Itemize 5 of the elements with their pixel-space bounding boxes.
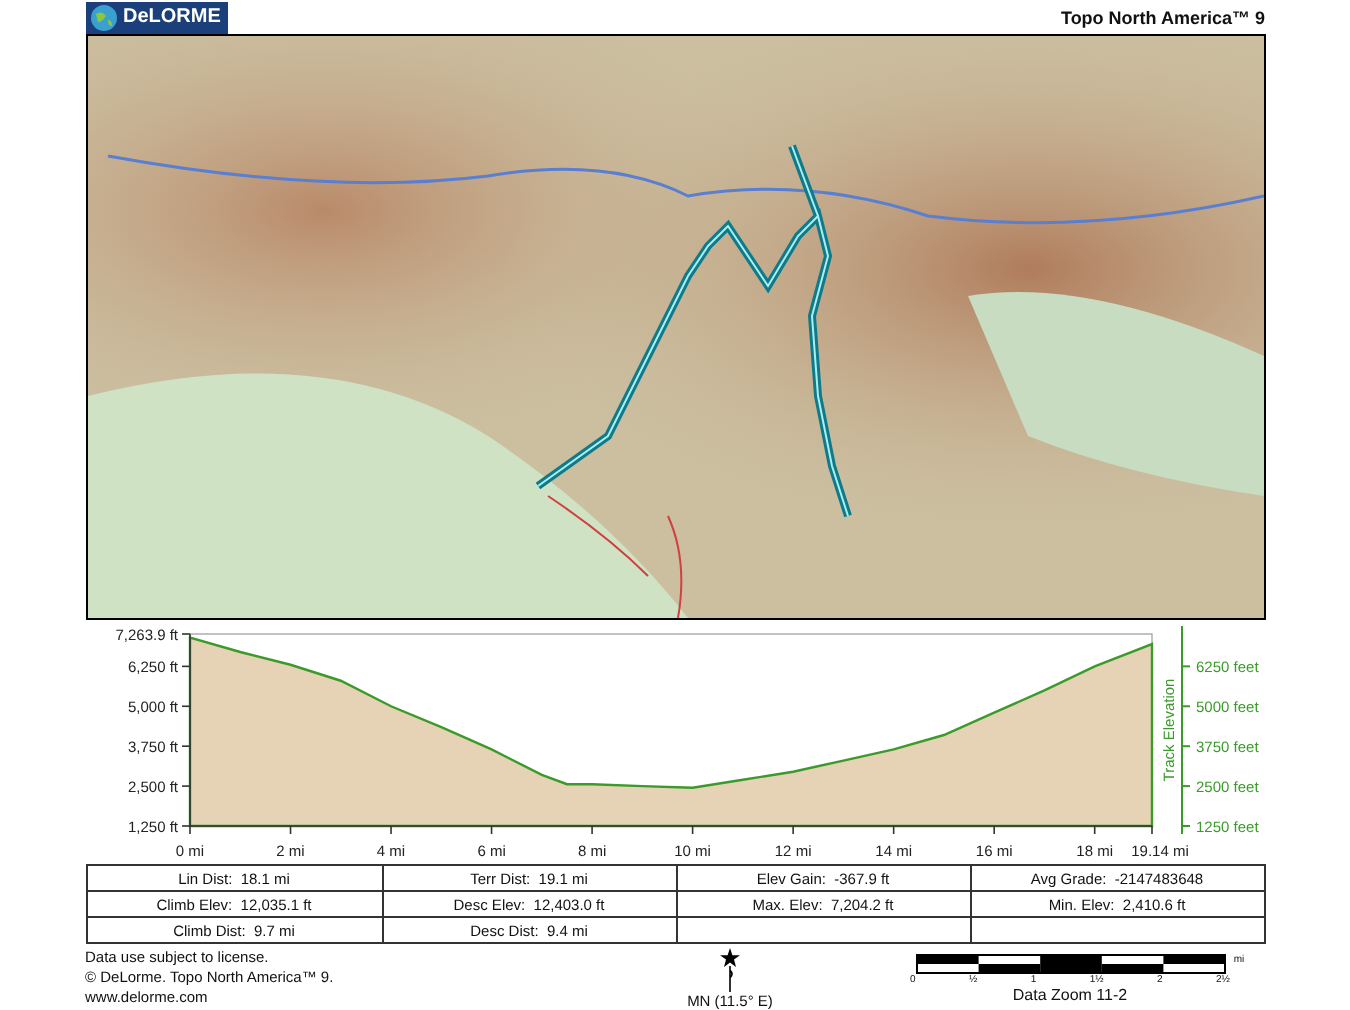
north-arrow-icon <box>720 948 740 992</box>
app-title: Topo North America™ 9 <box>1060 7 1265 27</box>
zoom-level: Data Zoom 11-2 <box>1012 986 1128 1004</box>
delorme-logo: DeLORME <box>85 1 229 33</box>
globe-icon <box>89 3 117 31</box>
